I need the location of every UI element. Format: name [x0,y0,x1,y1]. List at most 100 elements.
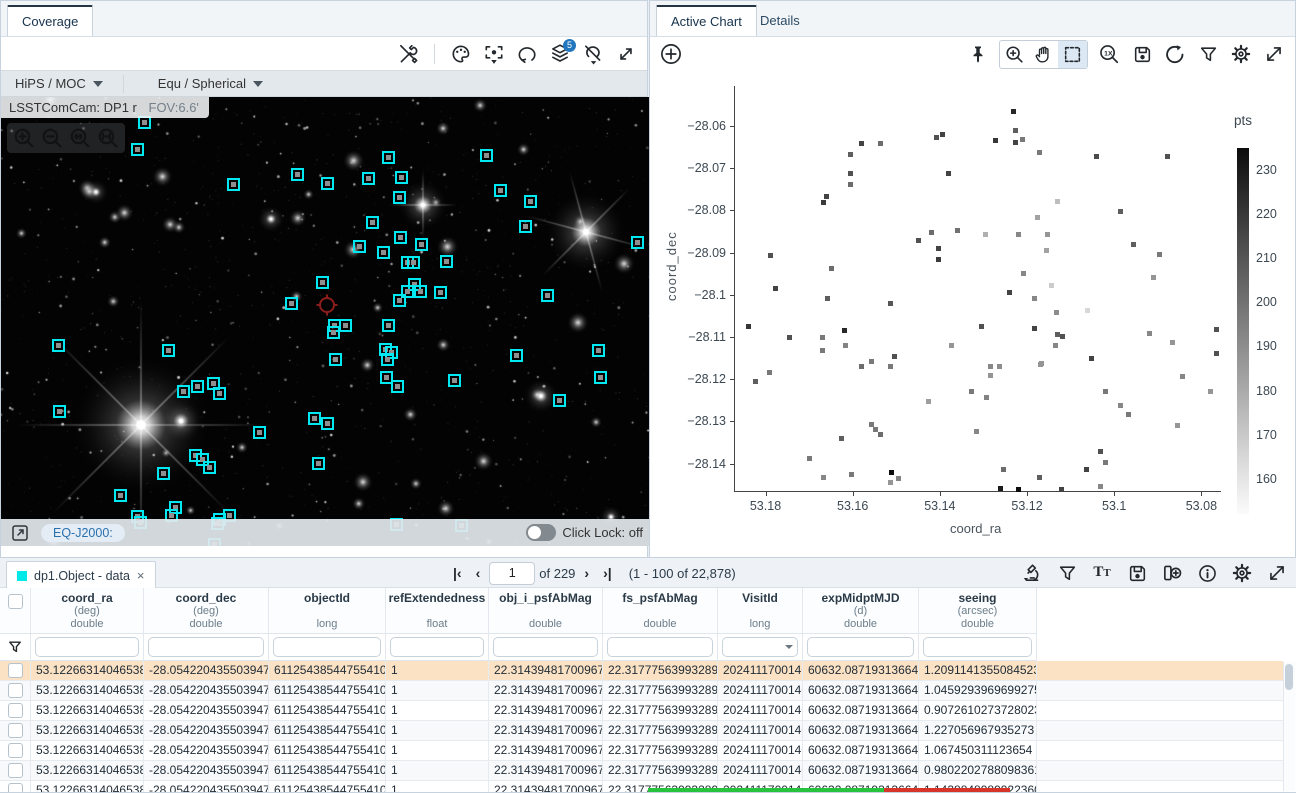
tab-active-chart[interactable]: Active Chart [656,5,757,36]
next-page-button[interactable]: › [579,565,594,581]
source-marker[interactable] [312,457,325,470]
table-settings-gear-icon[interactable] [1229,560,1255,586]
save-table-icon[interactable] [1124,560,1150,586]
source-marker[interactable] [415,238,428,251]
source-marker[interactable] [362,172,375,185]
source-marker[interactable] [253,426,266,439]
row-checkbox[interactable] [8,683,23,698]
source-marker[interactable] [339,319,352,332]
recenter-icon[interactable] [481,41,507,67]
source-marker[interactable] [592,344,605,357]
select-all-checkbox[interactable] [8,594,23,609]
source-marker[interactable] [394,231,407,244]
source-marker[interactable] [407,256,420,269]
table-row[interactable]: 53.12266314046538-28.0542204355039476112… [0,701,1283,721]
select-mode-icon[interactable] [1058,41,1087,68]
column-header[interactable]: obj_i_psfAbMag double [489,588,603,633]
click-lock-toggle[interactable] [526,524,556,541]
source-marker[interactable] [440,255,453,268]
expand-table-icon[interactable] [1264,560,1290,586]
info-icon[interactable] [1194,560,1220,586]
add-column-icon[interactable] [1159,560,1185,586]
microscope-icon[interactable] [1019,560,1045,586]
source-marker[interactable] [480,149,493,162]
column-header[interactable]: seeing(arcsec)double [919,588,1037,633]
first-page-button[interactable]: |‹ [448,565,467,581]
zoom-fit-icon[interactable] [67,125,93,151]
layers-icon[interactable]: 5 [547,41,573,67]
chart-plot-area[interactable]: 53.1853.1653.1453.1253.153.08−28.06−28.0… [650,71,1295,557]
palette-icon[interactable] [448,41,474,67]
restore-chart-icon[interactable] [1162,41,1188,67]
zoom-out-icon[interactable] [39,125,65,151]
source-marker[interactable] [382,319,395,332]
source-marker[interactable] [285,297,298,310]
column-filter-input[interactable] [148,637,264,657]
source-marker[interactable] [327,326,340,339]
table-row[interactable]: 53.12266314046538-28.0542204355039476112… [0,741,1283,761]
source-marker[interactable] [631,236,644,249]
external-expand-icon[interactable] [7,520,33,546]
filter-chart-icon[interactable] [1195,41,1221,67]
source-marker[interactable] [393,294,406,307]
expand-chart-icon[interactable] [1261,41,1287,67]
source-marker[interactable] [494,184,507,197]
source-marker[interactable] [52,339,65,352]
expand-icon[interactable] [613,41,639,67]
page-number-input[interactable] [489,562,535,585]
source-marker[interactable] [321,177,334,190]
column-filter-input[interactable] [923,637,1032,657]
table-row[interactable]: 53.12266314046538-28.0542204355039476112… [0,781,1283,792]
column-filter-input[interactable] [722,637,798,657]
source-marker[interactable] [321,417,334,430]
source-marker[interactable] [382,151,395,164]
source-marker[interactable] [366,216,379,229]
chart-settings-gear-icon[interactable] [1228,41,1254,67]
row-checkbox[interactable] [8,783,23,792]
column-filter-input[interactable] [607,637,713,657]
source-marker[interactable] [448,374,461,387]
save-chart-icon[interactable] [1129,41,1155,67]
table-row[interactable]: 53.12266314046538-28.0542204355039476112… [0,661,1283,681]
zoom-mode-icon[interactable] [1000,41,1029,68]
source-marker[interactable] [177,385,190,398]
column-header[interactable]: fs_psfAbMag double [603,588,718,633]
column-filter-input[interactable] [35,637,139,657]
row-checkbox[interactable] [8,763,23,778]
column-header[interactable]: coord_dec(deg)double [144,588,269,633]
scrollbar-thumb[interactable] [1285,664,1293,690]
column-header[interactable]: objectId long [269,588,386,633]
source-marker[interactable] [510,349,523,362]
source-marker[interactable] [53,405,66,418]
filter-table-icon[interactable] [1054,560,1080,586]
pin-icon[interactable] [965,41,991,67]
source-marker[interactable] [524,195,537,208]
source-marker[interactable] [191,380,204,393]
table-tab[interactable]: dp1.Object - data × [6,561,156,589]
projection-dropdown[interactable]: Equ / Spherical [144,71,277,96]
filter-row-icon[interactable] [7,639,23,655]
source-marker[interactable] [414,285,427,298]
source-marker[interactable] [114,489,127,502]
last-page-button[interactable]: ›| [598,565,617,581]
source-marker[interactable] [381,353,394,366]
sky-image-viewer[interactable]: LSSTComCam: DP1 r FOV:6.6' EQ-J2000: Cli… [1,97,649,546]
zoom-in-icon[interactable] [11,125,37,151]
column-filter-input[interactable] [493,637,598,657]
source-marker[interactable] [594,371,607,384]
source-marker[interactable] [227,178,240,191]
hips-moc-dropdown[interactable]: HiPS / MOC [1,71,117,96]
source-marker[interactable] [329,353,342,366]
row-checkbox[interactable] [8,743,23,758]
pan-mode-icon[interactable] [1029,41,1058,68]
row-checkbox[interactable] [8,663,23,678]
column-header[interactable]: expMidptMJD(d)double [803,588,919,633]
source-marker[interactable] [553,394,566,407]
source-marker[interactable] [391,380,404,393]
source-marker[interactable] [316,276,329,289]
text-view-icon[interactable]: TT [1089,560,1115,586]
close-table-icon[interactable]: × [137,568,145,583]
source-marker[interactable] [377,246,390,259]
prev-page-button[interactable]: ‹ [471,565,486,581]
coord-readout[interactable]: EQ-J2000: [41,524,125,542]
